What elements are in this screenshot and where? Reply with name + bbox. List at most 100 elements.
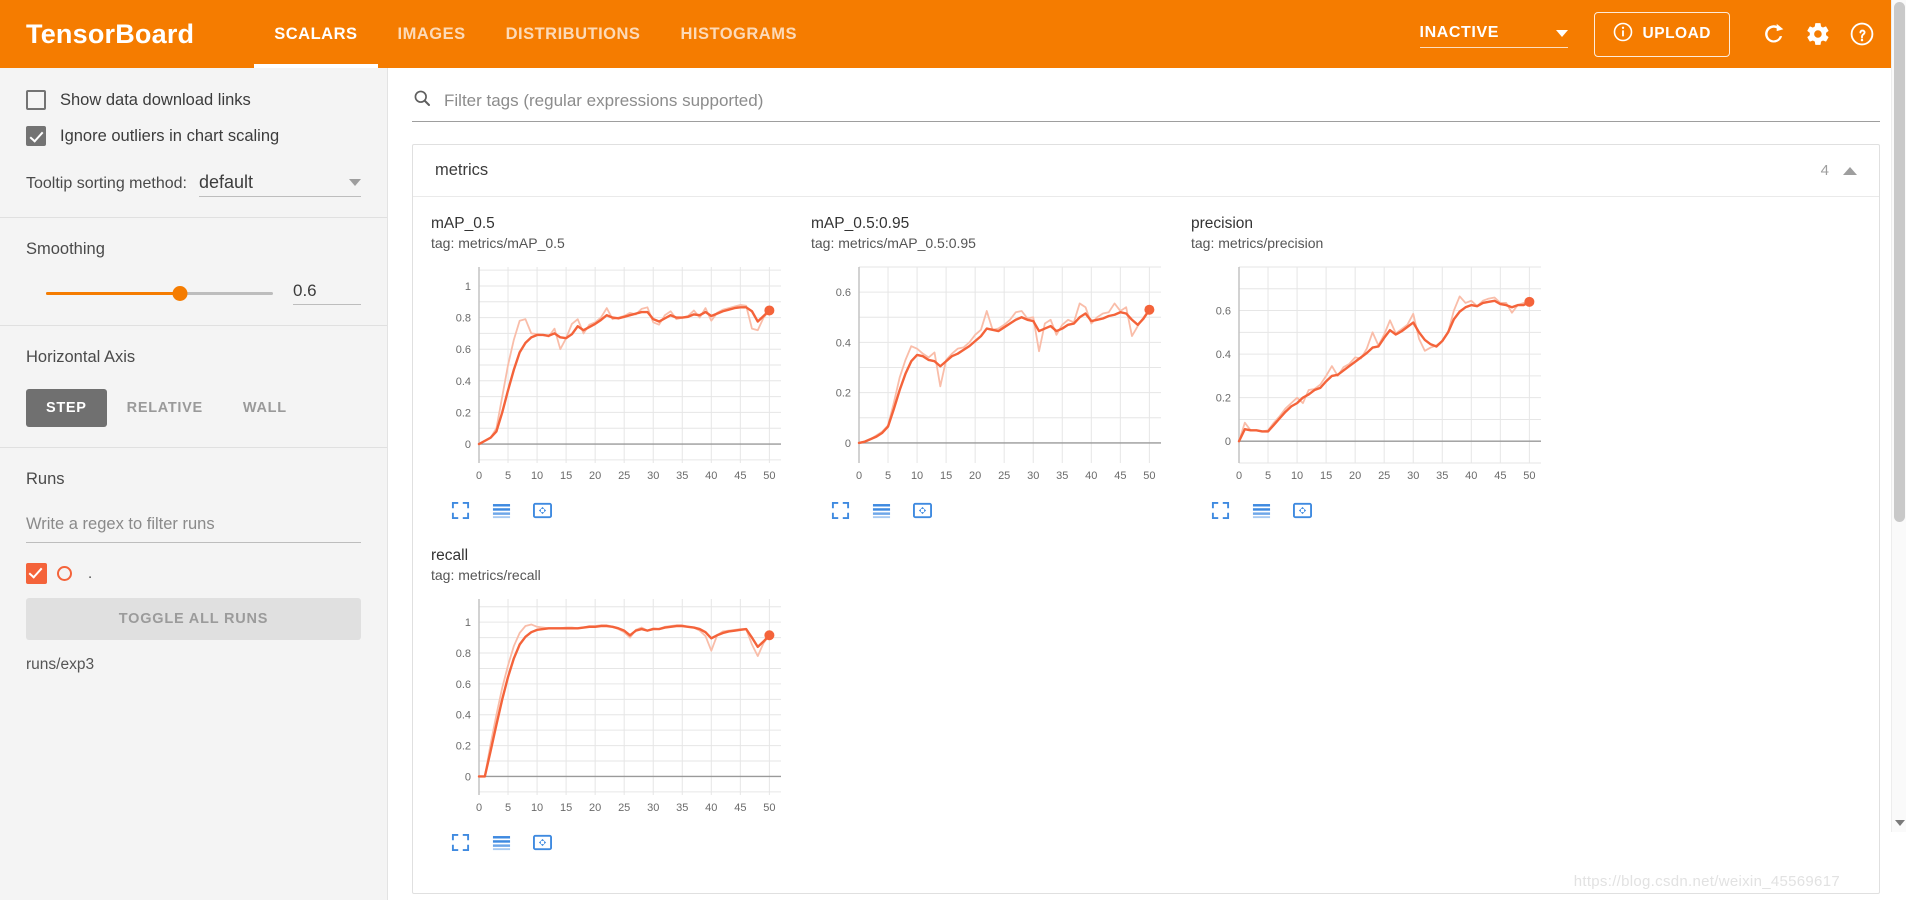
run-item[interactable]: .: [26, 563, 361, 584]
svg-text:30: 30: [647, 470, 659, 482]
scroll-down-arrow-icon[interactable]: [1895, 820, 1905, 826]
svg-text:0.2: 0.2: [1216, 393, 1231, 405]
svg-text:10: 10: [1291, 470, 1303, 482]
svg-text:25: 25: [1378, 470, 1390, 482]
svg-text:5: 5: [505, 802, 511, 814]
expand-icon[interactable]: [831, 501, 850, 525]
fit-domain-icon[interactable]: [1293, 501, 1312, 525]
runs-label: Runs: [26, 470, 361, 489]
svg-text:0.6: 0.6: [456, 679, 471, 691]
svg-text:25: 25: [998, 470, 1010, 482]
runs-filter-input[interactable]: [26, 511, 361, 543]
smoothing-slider[interactable]: [46, 283, 273, 303]
chart-toolbar: [431, 501, 811, 525]
svg-text:0.8: 0.8: [456, 313, 471, 325]
refresh-button[interactable]: [1752, 12, 1796, 56]
svg-text:0.2: 0.2: [836, 388, 851, 400]
tab-images[interactable]: IMAGES: [378, 0, 486, 68]
vertical-scrollbar[interactable]: [1891, 0, 1906, 832]
chart-toolbar: [431, 833, 811, 857]
show-download-links-label: Show data download links: [60, 91, 251, 110]
svg-text:0.2: 0.2: [456, 407, 471, 419]
run-state-dropdown[interactable]: INACTIVE: [1420, 20, 1568, 48]
card-metrics-title: metrics: [435, 161, 488, 180]
tab-histograms[interactable]: HISTOGRAMS: [660, 0, 817, 68]
fit-domain-icon[interactable]: [533, 501, 552, 525]
show-download-links-checkbox[interactable]: [26, 90, 46, 110]
help-button[interactable]: [1840, 12, 1884, 56]
tab-distributions[interactable]: DISTRIBUTIONS: [486, 0, 661, 68]
svg-text:40: 40: [1085, 470, 1097, 482]
settings-button[interactable]: [1796, 12, 1840, 56]
card-metrics: metrics 4 mAP_0.5 tag: metrics/mAP_0.5 0…: [412, 144, 1880, 894]
fit-domain-icon[interactable]: [913, 501, 932, 525]
horizontal-axis-label: Horizontal Axis: [26, 348, 361, 367]
tooltip-sorting-select[interactable]: default: [199, 172, 361, 197]
card-metrics-header[interactable]: metrics 4: [413, 145, 1879, 197]
svg-text:0.4: 0.4: [1216, 349, 1231, 361]
chart-plot-precision[interactable]: 00.20.40.605101520253035404550: [1191, 257, 1559, 497]
data-series-icon[interactable]: [492, 501, 511, 525]
chart-plot-map05[interactable]: 00.20.40.60.8105101520253035404550: [431, 257, 799, 497]
svg-text:10: 10: [531, 802, 543, 814]
svg-text:15: 15: [940, 470, 952, 482]
expand-icon[interactable]: [451, 501, 470, 525]
scrollbar-thumb[interactable]: [1894, 2, 1905, 522]
main-content: metrics 4 mAP_0.5 tag: metrics/mAP_0.5 0…: [388, 68, 1906, 900]
axis-button-step[interactable]: STEP: [26, 389, 107, 427]
run-checkbox[interactable]: [26, 563, 47, 584]
svg-text:0: 0: [465, 439, 471, 451]
svg-text:1: 1: [465, 617, 471, 629]
expand-icon[interactable]: [1211, 501, 1230, 525]
run-color-circle-icon: [57, 566, 72, 581]
svg-text:45: 45: [734, 802, 746, 814]
svg-text:5: 5: [885, 470, 891, 482]
axis-button-relative[interactable]: RELATIVE: [107, 389, 223, 427]
svg-text:30: 30: [1027, 470, 1039, 482]
svg-text:10: 10: [911, 470, 923, 482]
tab-scalars[interactable]: SCALARS: [254, 0, 377, 68]
upload-button-label: UPLOAD: [1643, 25, 1711, 43]
refresh-icon: [1761, 21, 1787, 47]
ignore-outliers-checkbox[interactable]: [26, 126, 46, 146]
chart-card-precision: precision tag: metrics/precision 00.20.4…: [1191, 215, 1571, 525]
svg-text:50: 50: [763, 802, 775, 814]
card-metrics-count: 4: [1821, 162, 1829, 179]
svg-text:20: 20: [1349, 470, 1361, 482]
sidebar-settings-section: Show data download links Ignore outliers…: [0, 68, 387, 218]
upload-button[interactable]: UPLOAD: [1594, 12, 1730, 57]
chart-tag: tag: metrics/mAP_0.5: [431, 235, 811, 251]
axis-button-wall-label: WALL: [243, 400, 287, 416]
chart-toolbar: [1191, 501, 1571, 525]
toggle-all-runs-button[interactable]: TOGGLE ALL RUNS: [26, 598, 361, 640]
svg-text:0.6: 0.6: [1216, 306, 1231, 318]
svg-text:50: 50: [763, 470, 775, 482]
chevron-down-icon: [349, 179, 361, 186]
axis-button-wall[interactable]: WALL: [223, 389, 307, 427]
show-download-links-row[interactable]: Show data download links: [26, 90, 361, 110]
data-series-icon[interactable]: [492, 833, 511, 857]
tab-images-label: IMAGES: [398, 25, 466, 44]
data-series-icon[interactable]: [872, 501, 891, 525]
chevron-up-icon[interactable]: [1843, 167, 1857, 175]
chart-plot-recall[interactable]: 00.20.40.60.8105101520253035404550: [431, 589, 799, 829]
data-series-icon[interactable]: [1252, 501, 1271, 525]
svg-text:45: 45: [1114, 470, 1126, 482]
svg-text:20: 20: [589, 470, 601, 482]
chart-toolbar: [811, 501, 1191, 525]
tag-filter-bar: [412, 88, 1880, 122]
info-icon: [1613, 22, 1633, 47]
slider-knob[interactable]: [172, 286, 187, 301]
smoothing-value[interactable]: 0.6: [293, 281, 361, 305]
axis-button-step-label: STEP: [46, 400, 87, 416]
chart-plot-map05095[interactable]: 00.20.40.605101520253035404550: [811, 257, 1179, 497]
svg-text:25: 25: [618, 802, 630, 814]
fit-domain-icon[interactable]: [533, 833, 552, 857]
svg-text:0: 0: [1225, 436, 1231, 448]
tag-filter-input[interactable]: [442, 90, 1880, 112]
svg-text:0: 0: [856, 470, 862, 482]
svg-text:15: 15: [560, 470, 572, 482]
expand-icon[interactable]: [451, 833, 470, 857]
ignore-outliers-row[interactable]: Ignore outliers in chart scaling: [26, 126, 361, 146]
svg-text:40: 40: [1465, 470, 1477, 482]
